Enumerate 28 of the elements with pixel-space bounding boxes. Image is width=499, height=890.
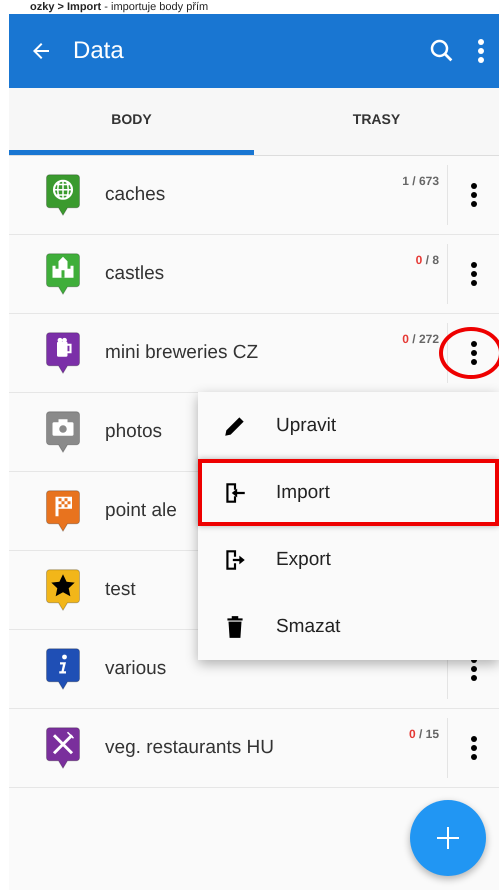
- point-count: 0 / 8: [416, 253, 440, 267]
- point-count: 0 / 15: [408, 727, 440, 741]
- list-name: mini breweries CZ: [105, 342, 258, 364]
- list-name: photos: [105, 421, 162, 443]
- point-count: 0 / 272: [402, 332, 440, 346]
- more-options-icon: [470, 261, 478, 287]
- list-row[interactable]: castles 0 / 8: [9, 235, 499, 314]
- more-options-icon: [470, 340, 478, 366]
- more-options-icon: [470, 735, 478, 761]
- list-name: test: [105, 579, 136, 601]
- caption-text: ozky > Import - importuje body přím: [29, 0, 210, 14]
- screen-title: Data: [73, 37, 125, 65]
- list-name: caches: [105, 184, 166, 206]
- point-count: 1 / 673: [402, 174, 440, 188]
- tab[interactable]: TRASY: [254, 88, 499, 155]
- menu-item[interactable]: Import: [198, 459, 499, 526]
- list-name: veg. restaurants HU: [105, 737, 274, 759]
- menu-item[interactable]: Export: [198, 526, 499, 593]
- list-name: castles: [105, 263, 164, 285]
- list-name: various: [105, 658, 166, 680]
- more-options-icon: [470, 182, 478, 208]
- tab[interactable]: BODY: [9, 88, 254, 155]
- plus-icon: [434, 824, 462, 852]
- list-name: point ale: [105, 500, 177, 522]
- list-row[interactable]: veg. restaurants HU 0 / 15: [9, 709, 499, 788]
- list-row[interactable]: caches 1 / 673: [9, 156, 499, 235]
- more-options-icon[interactable]: [477, 38, 485, 64]
- menu-item[interactable]: Upravit: [198, 392, 499, 459]
